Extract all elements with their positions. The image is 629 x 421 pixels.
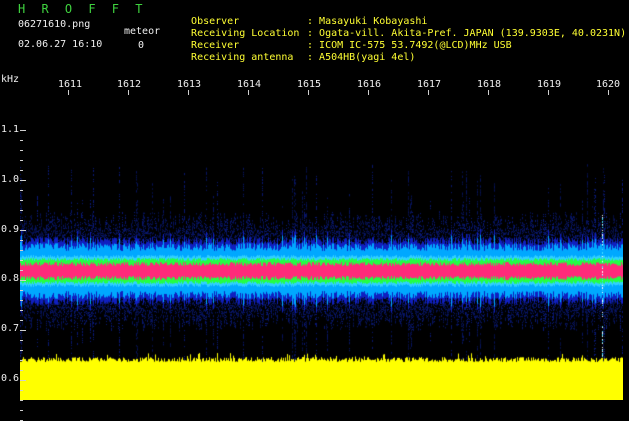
x-tick-label: 1619 <box>537 79 562 90</box>
x-tick-mark <box>188 90 189 95</box>
x-tick-label: 1616 <box>357 79 382 90</box>
y-tick-mark <box>20 350 23 351</box>
y-tick-mark <box>20 170 23 171</box>
y-tick-mark <box>20 280 26 281</box>
x-tick-label: 1618 <box>477 79 502 90</box>
y-tick-label: 1.0 <box>1 174 20 185</box>
antenna-row: Receiving antenna: A504HB(yagi 4el) <box>179 40 415 64</box>
x-tick-label: 1620 <box>596 79 621 90</box>
y-tick-mark <box>20 220 23 221</box>
app-title: H R O F F T <box>18 2 147 16</box>
y-tick-mark <box>20 210 23 211</box>
y-tick-label: 0.6 <box>1 373 20 384</box>
x-tick-mark <box>308 90 309 95</box>
x-tick-mark <box>368 90 369 95</box>
y-tick-mark <box>20 130 26 131</box>
y-tick-mark <box>20 160 23 161</box>
x-tick-mark <box>128 90 129 95</box>
y-tick-mark <box>20 150 23 151</box>
y-tick-label: 1.1 <box>1 124 20 135</box>
meta-value: A504HB(yagi 4el) <box>319 52 416 63</box>
y-tick-mark <box>20 290 23 291</box>
spectrogram <box>20 95 623 400</box>
x-tick-label: 1612 <box>117 79 142 90</box>
meta-colon: : <box>307 52 314 63</box>
y-tick-mark <box>20 320 23 321</box>
y-tick-mark <box>20 300 23 301</box>
meteor-count: 0 <box>138 40 145 51</box>
x-tick-label: 1613 <box>177 79 202 90</box>
y-tick-mark <box>20 330 26 331</box>
x-tick-label: 1611 <box>58 79 83 90</box>
y-tick-mark <box>20 360 23 361</box>
x-tick-mark <box>608 90 609 95</box>
y-tick-mark <box>20 310 23 311</box>
x-tick-label: 1615 <box>297 79 322 90</box>
x-tick-label: 1617 <box>417 79 442 90</box>
x-tick-mark <box>68 90 69 95</box>
y-tick-mark <box>20 400 23 401</box>
meteor-label: meteor <box>124 26 161 37</box>
x-tick-label: 1614 <box>237 79 262 90</box>
y-tick-mark <box>20 380 26 381</box>
y-tick-mark <box>20 250 23 251</box>
x-tick-mark <box>428 90 429 95</box>
y-tick-mark <box>20 370 23 371</box>
y-tick-mark <box>20 230 26 231</box>
y-tick-mark <box>20 140 23 141</box>
datetime-label: 02.06.27 16:10 <box>18 39 103 50</box>
y-tick-mark <box>20 180 26 181</box>
y-tick-mark <box>20 390 23 391</box>
y-tick-label: 0.7 <box>1 323 20 334</box>
x-tick-mark <box>248 90 249 95</box>
filename-label: 06271610.png <box>18 19 91 30</box>
y-tick-mark <box>20 410 23 411</box>
y-axis-unit: kHz <box>1 74 20 85</box>
y-tick-label: 0.9 <box>1 224 20 235</box>
meta-key: Receiving antenna <box>191 52 294 63</box>
y-tick-mark <box>20 260 23 261</box>
x-tick-mark <box>548 90 549 95</box>
y-tick-mark <box>20 240 23 241</box>
y-tick-mark <box>20 190 23 191</box>
y-tick-label: 0.8 <box>1 273 20 284</box>
y-tick-mark <box>20 200 23 201</box>
x-tick-mark <box>488 90 489 95</box>
y-tick-mark <box>20 340 23 341</box>
y-tick-mark <box>20 270 23 271</box>
